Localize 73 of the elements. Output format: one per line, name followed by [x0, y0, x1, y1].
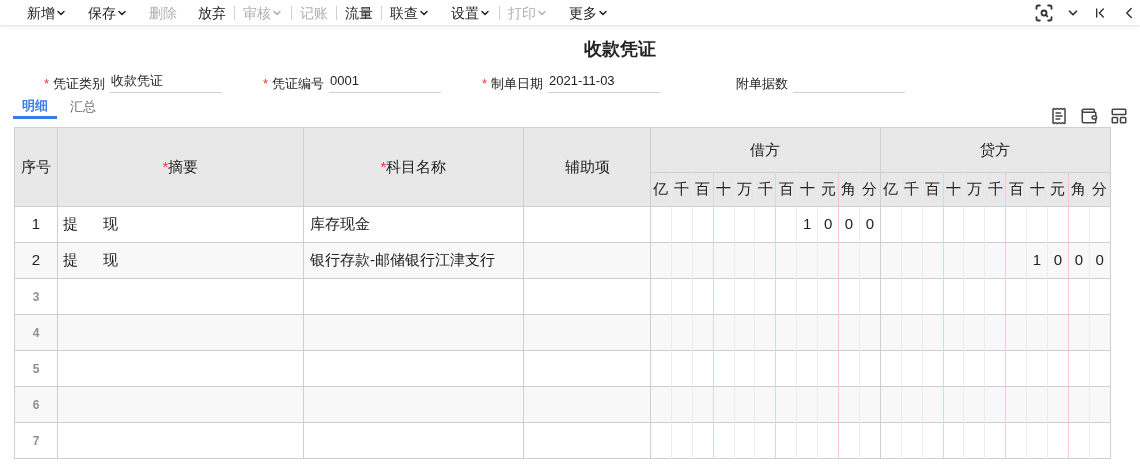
digit-unit: 百 [775, 172, 797, 207]
digit-unit: 亿 [650, 172, 672, 207]
row-number: 1 [31, 215, 41, 233]
digit-unit: 角 [838, 172, 860, 207]
search-icon[interactable] [1034, 2, 1054, 23]
digit-unit: 十 [943, 172, 964, 207]
tab[interactable]: 汇总 [61, 95, 105, 119]
toolbar-button[interactable]: 保存 [88, 5, 128, 20]
toolbar-button[interactable]: 联查 [381, 5, 430, 20]
toolbar-button[interactable]: 放弃 [198, 5, 226, 20]
digit-unit: 千 [671, 172, 693, 207]
row-number: 2 [31, 251, 41, 269]
input-field[interactable]: 2021-11-03 [548, 72, 661, 93]
digit-unit: 分 [1089, 172, 1111, 207]
column-header: 借方 [650, 127, 881, 173]
digit-unit: 千 [901, 172, 923, 207]
field-label: 凭证类别 [53, 74, 106, 93]
required-mark: * [263, 74, 269, 93]
ledger-icon[interactable] [1050, 107, 1068, 125]
digit-unit: 元 [1047, 172, 1069, 207]
digit-unit: 万 [734, 172, 755, 207]
digit-unit: 十 [1026, 172, 1048, 207]
required-mark: * [380, 157, 387, 175]
digit-unit: 万 [963, 172, 985, 207]
digit-unit: 千 [984, 172, 1006, 207]
field-label: 制单日期 [491, 74, 544, 93]
required-mark: * [482, 74, 488, 93]
layout-icon[interactable] [1110, 107, 1128, 125]
toolbar-button[interactable]: 更多 [569, 5, 609, 20]
input-field[interactable]: 收款凭证 [110, 72, 223, 93]
row-number: 5 [32, 362, 40, 377]
amount-digit: 0 [1095, 251, 1104, 269]
digit-unit: 百 [692, 172, 714, 207]
digit-unit: 亿 [880, 172, 902, 207]
column-header: 辅助项 [564, 157, 610, 175]
digit-unit: 元 [817, 172, 839, 207]
row-number: 6 [32, 398, 40, 413]
column-header: 科目名称 [386, 157, 447, 175]
required-mark: * [44, 74, 50, 93]
toolbar-button[interactable]: 新增 [27, 5, 67, 20]
summary-text: 提 现 [63, 215, 118, 233]
digit-unit: 百 [1005, 172, 1027, 207]
wallet-icon[interactable] [1080, 107, 1098, 125]
column-header: 序号 [21, 157, 51, 175]
digit-unit: 分 [859, 172, 881, 207]
field-label: 凭证编号 [272, 74, 325, 93]
voucher-title: 收款凭证 [584, 38, 656, 61]
amount-digit: 1 [1032, 251, 1042, 269]
toolbar-button[interactable]: 设置 [451, 5, 491, 20]
account-name: 库存现金 [310, 215, 370, 233]
column-header: 摘要 [168, 157, 199, 175]
digit-unit: 十 [713, 172, 735, 207]
amount-digit: 0 [1053, 251, 1063, 269]
row-number: 4 [32, 326, 40, 341]
column-header: 贷方 [880, 127, 1111, 173]
digit-unit: 百 [922, 172, 944, 207]
amount-digit: 1 [803, 215, 812, 233]
digit-unit: 十 [796, 172, 818, 207]
tab[interactable]: 明细 [13, 95, 57, 119]
amount-digit: 0 [865, 215, 875, 233]
input-field[interactable]: 0001 [329, 72, 442, 93]
field-label: 附单据数 [736, 74, 788, 93]
row-number: 7 [32, 434, 40, 449]
amount-digit: 0 [844, 215, 854, 233]
digit-unit: 角 [1068, 172, 1090, 207]
amount-digit: 0 [1074, 251, 1083, 269]
row-number: 3 [32, 290, 40, 305]
required-mark: * [162, 157, 169, 175]
summary-text: 提 现 [63, 251, 118, 269]
toolbar-button[interactable]: 流量 [336, 5, 373, 20]
account-name: 银行存款-邮储银行江津支行 [310, 251, 495, 269]
amount-digit: 0 [823, 215, 833, 233]
digit-unit: 千 [754, 172, 776, 207]
